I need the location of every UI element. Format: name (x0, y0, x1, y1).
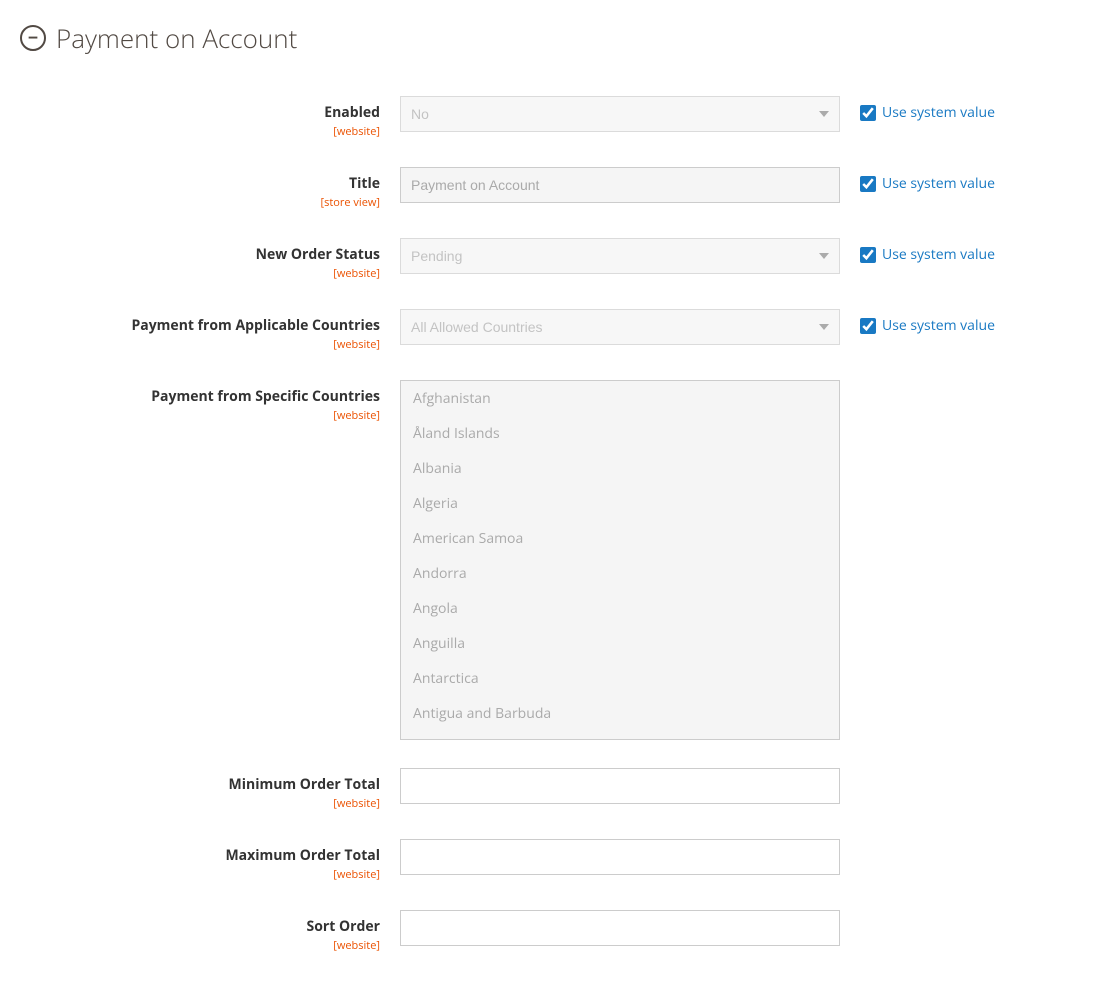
enabled-label: Enabled (40, 103, 380, 122)
title-label: Title (40, 174, 380, 193)
list-item[interactable]: Andorra (401, 556, 839, 591)
applicable-countries-label: Payment from Applicable Countries (40, 316, 380, 335)
sort-order-scope: [website] (40, 938, 380, 953)
list-item[interactable]: Albania (401, 451, 839, 486)
enabled-use-system-checkbox[interactable] (860, 105, 876, 121)
specific-countries-control-col: AfghanistanÅland IslandsAlbaniaAlgeriaAm… (400, 380, 840, 740)
sort-order-label-col: Sort Order [website] (40, 910, 400, 953)
enabled-use-system-label[interactable]: Use system value (882, 103, 995, 122)
list-item[interactable]: Angola (401, 591, 839, 626)
applicable-countries-actions: Use system value (840, 309, 995, 335)
specific-countries-row: Payment from Specific Countries [website… (40, 380, 1098, 740)
new-order-status-select[interactable]: Pending Processing Complete (400, 238, 840, 274)
list-item[interactable]: Anguilla (401, 626, 839, 661)
title-scope: [store view] (40, 195, 380, 210)
applicable-countries-label-col: Payment from Applicable Countries [websi… (40, 309, 400, 352)
list-item[interactable]: Åland Islands (401, 416, 839, 451)
list-item[interactable]: American Samoa (401, 521, 839, 556)
payment-on-account-form: Enabled [website] No Yes Use system valu… (20, 96, 1098, 953)
collapse-section-icon[interactable] (20, 25, 46, 51)
new-order-status-use-system-wrapper: Use system value (860, 245, 995, 264)
new-order-status-label: New Order Status (40, 245, 380, 264)
list-item[interactable]: Afghanistan (401, 381, 839, 416)
applicable-countries-control-col: All Allowed Countries Specific Countries (400, 309, 840, 345)
maximum-order-total-scope: [website] (40, 867, 380, 882)
sort-order-label: Sort Order (40, 917, 380, 936)
specific-countries-scope: [website] (40, 408, 380, 423)
enabled-actions: Use system value (840, 96, 995, 122)
maximum-order-total-label: Maximum Order Total (40, 846, 380, 865)
minimum-order-total-label: Minimum Order Total (40, 775, 380, 794)
applicable-countries-scope: [website] (40, 337, 380, 352)
applicable-countries-use-system-wrapper: Use system value (860, 316, 995, 335)
new-order-status-use-system-checkbox[interactable] (860, 247, 876, 263)
sort-order-row: Sort Order [website] (40, 910, 1098, 953)
applicable-countries-select[interactable]: All Allowed Countries Specific Countries (400, 309, 840, 345)
title-use-system-wrapper: Use system value (860, 174, 995, 193)
applicable-countries-row: Payment from Applicable Countries [websi… (40, 309, 1098, 352)
enabled-label-col: Enabled [website] (40, 96, 400, 139)
applicable-countries-use-system-label[interactable]: Use system value (882, 316, 995, 335)
page-title: Payment on Account (56, 20, 297, 56)
sort-order-input[interactable] (400, 910, 840, 946)
title-row: Title [store view] Use system value (40, 167, 1098, 210)
title-label-col: Title [store view] (40, 167, 400, 210)
list-item[interactable]: Algeria (401, 486, 839, 521)
new-order-status-scope: [website] (40, 266, 380, 281)
list-item[interactable]: Antigua and Barbuda (401, 696, 839, 731)
minimum-order-total-row: Minimum Order Total [website] (40, 768, 1098, 811)
new-order-status-label-col: New Order Status [website] (40, 238, 400, 281)
enabled-select[interactable]: No Yes (400, 96, 840, 132)
title-actions: Use system value (840, 167, 995, 193)
new-order-status-row: New Order Status [website] Pending Proce… (40, 238, 1098, 281)
maximum-order-total-label-col: Maximum Order Total [website] (40, 839, 400, 882)
title-input[interactable] (400, 167, 840, 203)
minimum-order-total-control-col (400, 768, 840, 804)
enabled-row: Enabled [website] No Yes Use system valu… (40, 96, 1098, 139)
new-order-status-use-system-label[interactable]: Use system value (882, 245, 995, 264)
title-use-system-label[interactable]: Use system value (882, 174, 995, 193)
enabled-control-col: No Yes (400, 96, 840, 132)
title-use-system-checkbox[interactable] (860, 176, 876, 192)
title-control-col (400, 167, 840, 203)
specific-countries-listbox[interactable]: AfghanistanÅland IslandsAlbaniaAlgeriaAm… (400, 380, 840, 740)
maximum-order-total-row: Maximum Order Total [website] (40, 839, 1098, 882)
new-order-status-control-col: Pending Processing Complete (400, 238, 840, 274)
specific-countries-label: Payment from Specific Countries (40, 387, 380, 406)
sort-order-control-col (400, 910, 840, 946)
minimum-order-total-input[interactable] (400, 768, 840, 804)
maximum-order-total-control-col (400, 839, 840, 875)
applicable-countries-use-system-checkbox[interactable] (860, 318, 876, 334)
list-item[interactable]: Antarctica (401, 661, 839, 696)
enabled-scope: [website] (40, 124, 380, 139)
maximum-order-total-input[interactable] (400, 839, 840, 875)
minimum-order-total-scope: [website] (40, 796, 380, 811)
enabled-use-system-wrapper: Use system value (860, 103, 995, 122)
new-order-status-actions: Use system value (840, 238, 995, 264)
minimum-order-total-label-col: Minimum Order Total [website] (40, 768, 400, 811)
specific-countries-label-col: Payment from Specific Countries [website… (40, 380, 400, 423)
